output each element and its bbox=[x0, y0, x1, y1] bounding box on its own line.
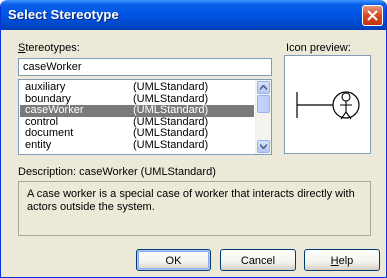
list-item-name: document bbox=[25, 127, 74, 139]
cancel-button[interactable]: Cancel bbox=[220, 249, 296, 271]
scroll-down-button[interactable] bbox=[257, 140, 270, 153]
title-bar[interactable]: Select Stereotype bbox=[1, 0, 386, 30]
description-box: A case worker is a special case of worke… bbox=[18, 181, 371, 236]
stereotype-list-rows: auxiliary (UMLStandard) boundary (UMLStanda… bbox=[20, 81, 254, 152]
stereotypes-label: Stereotypes: bbox=[18, 42, 80, 54]
help-button[interactable]: Help bbox=[304, 249, 380, 271]
list-item-name: caseWorker bbox=[25, 104, 84, 116]
list-item-profile: (UMLStandard) bbox=[133, 81, 209, 93]
scroll-down-icon bbox=[260, 144, 267, 149]
boundary-actor-icon bbox=[296, 91, 360, 120]
list-item[interactable]: document (UMLStandard) bbox=[20, 127, 254, 140]
list-item-name: auxiliary bbox=[25, 81, 66, 93]
list-scrollbar[interactable] bbox=[255, 80, 271, 154]
description-heading: Description: caseWorker (UMLStandard) bbox=[18, 166, 216, 178]
list-item[interactable]: caseWorker (UMLStandard) bbox=[20, 104, 254, 117]
window-title: Select Stereotype bbox=[8, 7, 119, 22]
close-icon bbox=[367, 10, 378, 21]
stereotype-search-input[interactable] bbox=[18, 58, 272, 76]
close-button[interactable] bbox=[362, 5, 383, 26]
list-item[interactable]: entity (UMLStandard) bbox=[20, 138, 254, 152]
stereotype-list[interactable]: auxiliary (UMLStandard) boundary (UMLStanda… bbox=[18, 79, 272, 155]
icon-preview-panel bbox=[284, 55, 371, 154]
select-stereotype-dialog: Select Stereotype Stereotypes: Icon prev… bbox=[0, 0, 387, 278]
list-item-profile: (UMLStandard) bbox=[133, 138, 209, 151]
list-item-profile: (UMLStandard) bbox=[133, 127, 209, 139]
list-item-profile: (UMLStandard) bbox=[133, 104, 209, 116]
description-text: A case worker is a special case of worke… bbox=[27, 188, 355, 213]
ok-button[interactable]: OK bbox=[136, 249, 211, 271]
list-item-name: entity bbox=[25, 138, 52, 151]
scroll-up-button[interactable] bbox=[257, 81, 270, 94]
icon-preview-label: Icon preview: bbox=[286, 42, 351, 54]
scroll-up-icon bbox=[260, 85, 267, 90]
scrollbar-thumb[interactable] bbox=[257, 95, 270, 113]
list-item[interactable]: auxiliary (UMLStandard) bbox=[20, 81, 254, 94]
